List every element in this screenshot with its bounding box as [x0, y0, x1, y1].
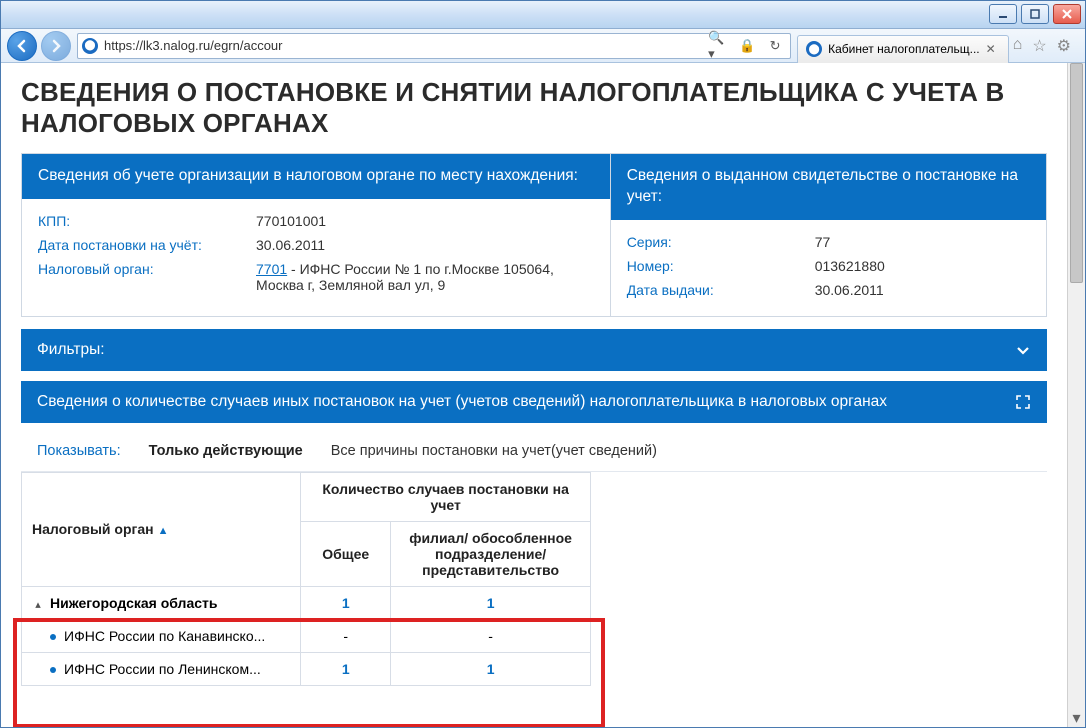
tab-close-icon[interactable]: ✕ — [986, 42, 1000, 56]
filter-all-reasons[interactable]: Все причины постановки на учет(учет свед… — [331, 443, 657, 459]
number-label: Номер: — [627, 258, 807, 274]
home-icon[interactable]: ⌂ — [1013, 36, 1023, 56]
window-close-button[interactable] — [1053, 4, 1081, 24]
series-label: Серия: — [627, 234, 807, 250]
col-header-count-group: Количество случаев постановки на учет — [301, 472, 591, 521]
lock-icon: 🔒 — [736, 35, 758, 57]
vertical-scrollbar[interactable]: ▴ ▾ — [1067, 63, 1085, 727]
table-row[interactable]: ▴Нижегородская область 1 1 — [22, 586, 591, 619]
favorites-icon[interactable]: ☆ — [1032, 36, 1046, 56]
expand-icon — [1015, 394, 1031, 410]
sort-asc-icon: ▲ — [158, 525, 169, 537]
site-favicon: ⬤ — [82, 38, 98, 54]
page-title: СВЕДЕНИЯ О ПОСТАНОВКЕ И СНЯТИИ НАЛОГОПЛА… — [21, 77, 1047, 139]
nav-forward-button[interactable] — [41, 31, 71, 61]
browser-tab[interactable]: ⬤ Кабинет налогоплательщ... ✕ — [797, 35, 1009, 63]
bullet-icon — [50, 634, 56, 640]
col-header-total[interactable]: Общее — [301, 521, 391, 586]
window-titlebar — [1, 1, 1085, 29]
cell-filial[interactable]: 1 — [391, 586, 591, 619]
cell-total[interactable]: 1 — [301, 586, 391, 619]
col-header-organ[interactable]: Налоговый орган▲ — [22, 472, 301, 586]
registrations-table: Налоговый орган▲ Количество случаев пост… — [21, 472, 591, 686]
bullet-icon — [50, 667, 56, 673]
tools-icon[interactable]: ⚙ — [1057, 36, 1071, 56]
tax-organ-label: Налоговый орган: — [38, 261, 248, 277]
count-info-bar[interactable]: Сведения о количестве случаев иных поста… — [21, 381, 1047, 423]
kpp-value: 770101001 — [256, 213, 326, 229]
panel-right-header: Сведения о выданном свидетельстве о пост… — [611, 154, 1046, 220]
refresh-icon[interactable]: ↻ — [764, 35, 786, 57]
registration-date-label: Дата постановки на учёт: — [38, 237, 248, 253]
address-bar[interactable]: ⬤ https://lk3.nalog.ru/egrn/accour 🔍▾ 🔒 … — [77, 33, 791, 59]
issue-date-label: Дата выдачи: — [627, 282, 807, 298]
cell-filial: - — [391, 619, 591, 652]
filter-active-only[interactable]: Только действующие — [149, 443, 303, 459]
window-minimize-button[interactable] — [989, 4, 1017, 24]
cell-filial[interactable]: 1 — [391, 652, 591, 685]
table-row[interactable]: ИФНС России по Ленинском... 1 1 — [22, 652, 591, 685]
collapse-icon[interactable]: ▴ — [32, 598, 44, 611]
filters-bar[interactable]: Фильтры: — [21, 329, 1047, 371]
window-maximize-button[interactable] — [1021, 4, 1049, 24]
tab-title: Кабинет налогоплательщ... — [828, 42, 980, 56]
cell-total[interactable]: 1 — [301, 652, 391, 685]
tax-organ-code-link[interactable]: 7701 — [256, 261, 287, 277]
col-header-filial[interactable]: филиал/ обособленное подразделение/ пред… — [391, 521, 591, 586]
tab-favicon: ⬤ — [806, 41, 822, 57]
kpp-label: КПП: — [38, 213, 248, 229]
table-row[interactable]: ИФНС России по Канавинско... - - — [22, 619, 591, 652]
tax-organ-value: 7701 - ИФНС России № 1 по г.Москве 10506… — [256, 261, 594, 293]
chevron-down-icon — [1015, 342, 1031, 358]
search-dropdown-icon[interactable]: 🔍▾ — [708, 35, 730, 57]
scrollbar-thumb[interactable] — [1070, 63, 1083, 283]
nav-back-button[interactable] — [7, 31, 37, 61]
series-value: 77 — [815, 234, 831, 250]
scroll-down-icon[interactable]: ▾ — [1068, 709, 1085, 727]
registration-date-value: 30.06.2011 — [256, 237, 325, 253]
cell-total: - — [301, 619, 391, 652]
display-label: Показывать: — [37, 443, 121, 459]
panel-left-header: Сведения об учете организации в налогово… — [22, 154, 610, 199]
display-filter-row: Показывать: Только действующие Все причи… — [21, 431, 1047, 472]
number-value: 013621880 — [815, 258, 885, 274]
address-url: https://lk3.nalog.ru/egrn/accour — [104, 38, 702, 53]
issue-date-value: 30.06.2011 — [815, 282, 884, 298]
